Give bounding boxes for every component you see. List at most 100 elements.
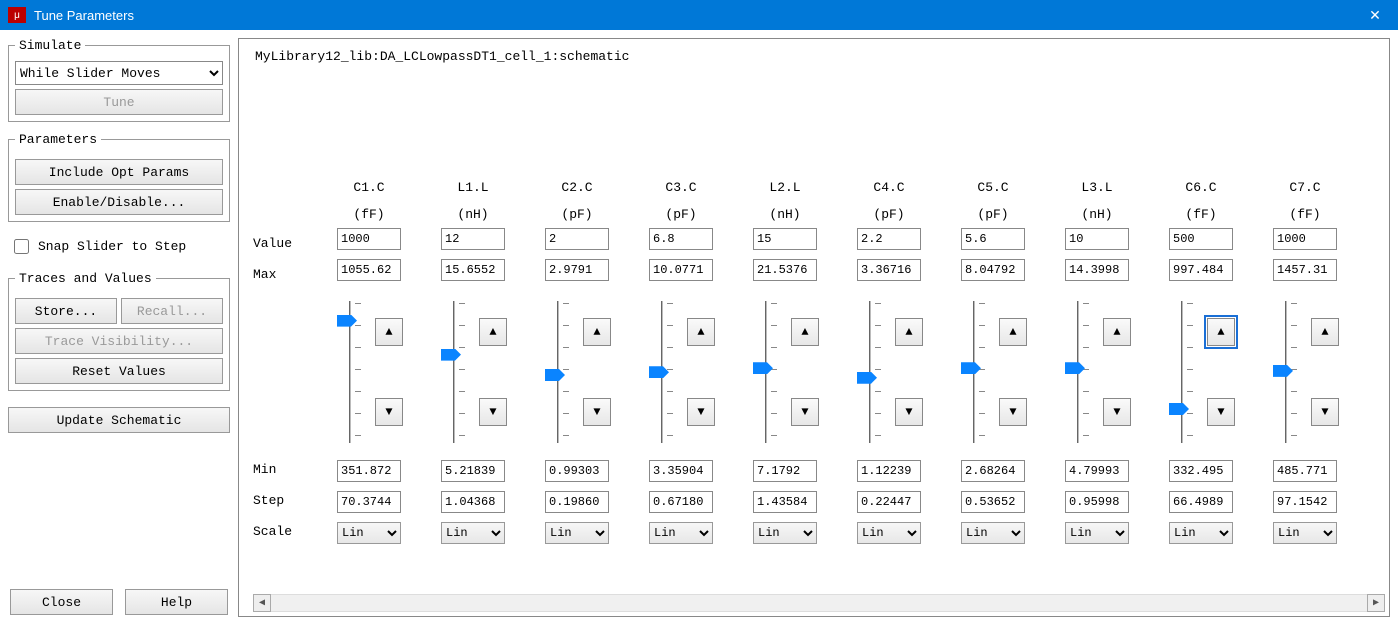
- param-min-input[interactable]: [857, 460, 921, 482]
- slider-thumb[interactable]: [545, 369, 565, 381]
- param-value-input[interactable]: [337, 228, 401, 250]
- param-min-input[interactable]: [1169, 460, 1233, 482]
- slider-thumb[interactable]: [649, 366, 669, 378]
- param-min-input[interactable]: [545, 460, 609, 482]
- step-down-button[interactable]: ▼: [583, 398, 611, 426]
- param-scale-select[interactable]: Lin: [1065, 522, 1129, 544]
- step-up-button[interactable]: ▲: [375, 318, 403, 346]
- update-schematic-button[interactable]: Update Schematic: [8, 407, 230, 433]
- step-up-button[interactable]: ▲: [583, 318, 611, 346]
- param-scale-select[interactable]: Lin: [961, 522, 1025, 544]
- param-min-input[interactable]: [649, 460, 713, 482]
- param-step-input[interactable]: [857, 491, 921, 513]
- param-value-input[interactable]: [441, 228, 505, 250]
- param-max-input[interactable]: [1065, 259, 1129, 281]
- param-scale-select[interactable]: Lin: [441, 522, 505, 544]
- param-scale-select[interactable]: Lin: [1273, 522, 1337, 544]
- param-slider[interactable]: [647, 297, 677, 447]
- param-scale-select[interactable]: Lin: [545, 522, 609, 544]
- param-step-input[interactable]: [1065, 491, 1129, 513]
- window-close-button[interactable]: ✕: [1352, 0, 1398, 30]
- param-value-input[interactable]: [1273, 228, 1337, 250]
- step-up-button[interactable]: ▲: [687, 318, 715, 346]
- param-scale-select[interactable]: Lin: [753, 522, 817, 544]
- param-max-input[interactable]: [961, 259, 1025, 281]
- param-value-input[interactable]: [649, 228, 713, 250]
- recall-button[interactable]: Recall...: [121, 298, 223, 324]
- simulate-mode-select[interactable]: While Slider Moves: [15, 61, 223, 85]
- step-down-button[interactable]: ▼: [375, 398, 403, 426]
- step-up-button[interactable]: ▲: [791, 318, 819, 346]
- param-value-input[interactable]: [753, 228, 817, 250]
- step-down-button[interactable]: ▼: [687, 398, 715, 426]
- param-slider[interactable]: [959, 297, 989, 447]
- param-value-input[interactable]: [1169, 228, 1233, 250]
- step-up-button[interactable]: ▲: [1207, 318, 1235, 346]
- param-scale-select[interactable]: Lin: [857, 522, 921, 544]
- slider-thumb[interactable]: [1169, 403, 1189, 415]
- param-slider[interactable]: [1167, 297, 1197, 447]
- step-down-button[interactable]: ▼: [1207, 398, 1235, 426]
- step-up-button[interactable]: ▲: [1103, 318, 1131, 346]
- horizontal-scrollbar[interactable]: ◀ ▶: [253, 594, 1385, 612]
- param-step-input[interactable]: [961, 491, 1025, 513]
- step-up-button[interactable]: ▲: [1311, 318, 1339, 346]
- slider-thumb[interactable]: [1273, 365, 1293, 377]
- step-up-button[interactable]: ▲: [479, 318, 507, 346]
- param-max-input[interactable]: [441, 259, 505, 281]
- step-up-button[interactable]: ▲: [999, 318, 1027, 346]
- param-slider[interactable]: [543, 297, 573, 447]
- reset-values-button[interactable]: Reset Values: [15, 358, 223, 384]
- param-value-input[interactable]: [545, 228, 609, 250]
- param-slider[interactable]: [1271, 297, 1301, 447]
- slider-thumb[interactable]: [961, 362, 981, 374]
- close-button[interactable]: Close: [10, 589, 113, 615]
- param-min-input[interactable]: [961, 460, 1025, 482]
- param-slider[interactable]: [439, 297, 469, 447]
- scroll-left-button[interactable]: ◀: [253, 594, 271, 612]
- param-step-input[interactable]: [1169, 491, 1233, 513]
- slider-thumb[interactable]: [857, 372, 877, 384]
- param-min-input[interactable]: [337, 460, 401, 482]
- param-slider[interactable]: [335, 297, 365, 447]
- param-step-input[interactable]: [337, 491, 401, 513]
- step-down-button[interactable]: ▼: [999, 398, 1027, 426]
- param-step-input[interactable]: [753, 491, 817, 513]
- param-step-input[interactable]: [545, 491, 609, 513]
- help-button[interactable]: Help: [125, 589, 228, 615]
- param-max-input[interactable]: [337, 259, 401, 281]
- tune-button[interactable]: Tune: [15, 89, 223, 115]
- step-down-button[interactable]: ▼: [895, 398, 923, 426]
- param-max-input[interactable]: [1169, 259, 1233, 281]
- step-down-button[interactable]: ▼: [479, 398, 507, 426]
- step-down-button[interactable]: ▼: [791, 398, 819, 426]
- param-slider[interactable]: [751, 297, 781, 447]
- snap-slider-row[interactable]: Snap Slider to Step: [8, 232, 230, 261]
- step-down-button[interactable]: ▼: [1311, 398, 1339, 426]
- slider-thumb[interactable]: [337, 315, 357, 327]
- param-max-input[interactable]: [545, 259, 609, 281]
- param-scale-select[interactable]: Lin: [337, 522, 401, 544]
- step-up-button[interactable]: ▲: [895, 318, 923, 346]
- param-step-input[interactable]: [1273, 491, 1337, 513]
- slider-thumb[interactable]: [1065, 362, 1085, 374]
- step-down-button[interactable]: ▼: [1103, 398, 1131, 426]
- param-max-input[interactable]: [1273, 259, 1337, 281]
- param-max-input[interactable]: [753, 259, 817, 281]
- param-scale-select[interactable]: Lin: [649, 522, 713, 544]
- scroll-right-button[interactable]: ▶: [1367, 594, 1385, 612]
- param-max-input[interactable]: [857, 259, 921, 281]
- param-min-input[interactable]: [753, 460, 817, 482]
- param-scale-select[interactable]: Lin: [1169, 522, 1233, 544]
- store-button[interactable]: Store...: [15, 298, 117, 324]
- enable-disable-button[interactable]: Enable/Disable...: [15, 189, 223, 215]
- param-value-input[interactable]: [961, 228, 1025, 250]
- param-slider[interactable]: [1063, 297, 1093, 447]
- trace-visibility-button[interactable]: Trace Visibility...: [15, 328, 223, 354]
- param-step-input[interactable]: [441, 491, 505, 513]
- param-min-input[interactable]: [441, 460, 505, 482]
- include-opt-params-button[interactable]: Include Opt Params: [15, 159, 223, 185]
- param-value-input[interactable]: [857, 228, 921, 250]
- param-step-input[interactable]: [649, 491, 713, 513]
- slider-thumb[interactable]: [753, 362, 773, 374]
